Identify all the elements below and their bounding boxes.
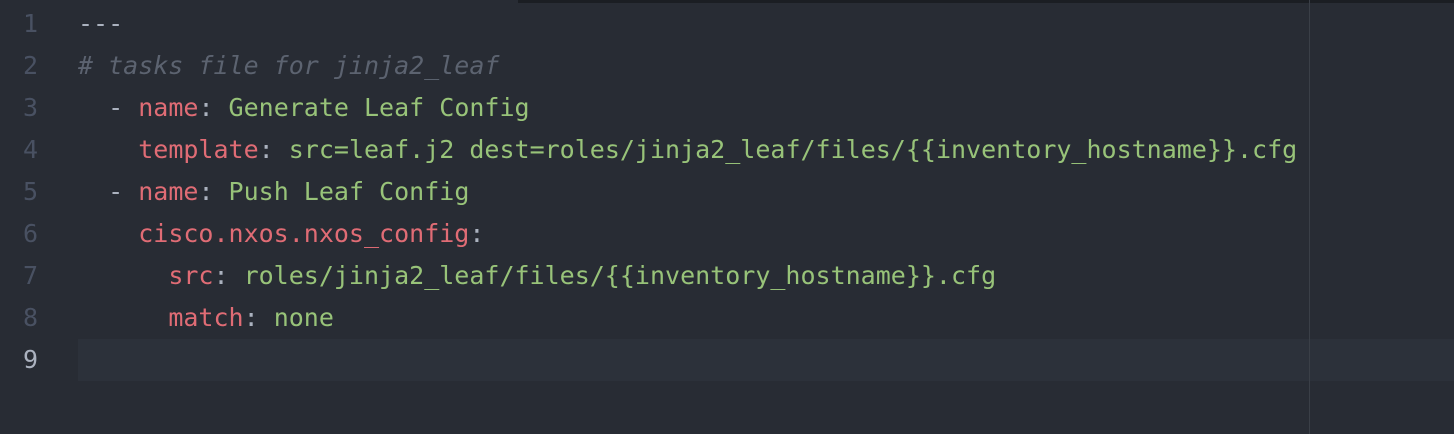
- token-key: name: [138, 177, 199, 206]
- line-number: 4: [22, 135, 38, 164]
- token-plain: :: [469, 219, 485, 248]
- token-plain: :: [213, 261, 244, 290]
- line-content[interactable]: # tasks file for jinja2_leaf: [78, 45, 499, 87]
- token-str: none: [273, 303, 334, 332]
- line-number: 1: [22, 9, 38, 38]
- line-number: 8: [22, 303, 38, 332]
- tab-bar-shadow: [518, 0, 1454, 3]
- token-key: template: [138, 135, 259, 164]
- token-comment: # tasks file for jinja2_leaf: [78, 51, 500, 80]
- line-content[interactable]: cisco.nxos.nxos_config:: [78, 213, 484, 255]
- line-content[interactable]: ---: [78, 3, 123, 45]
- line-number: 2: [22, 51, 38, 80]
- token-key: match: [168, 303, 244, 332]
- token-plain: :: [198, 93, 229, 122]
- token-plain: -: [78, 93, 139, 122]
- line-number: 3: [22, 93, 38, 122]
- cursor-line-highlight: [78, 339, 1454, 381]
- token-key: cisco.nxos.nxos_config: [138, 219, 470, 248]
- code-editor[interactable]: 1 --- 2 # tasks file for jinja2_leaf 3 - nam…: [0, 0, 1454, 434]
- wrap-guide: [1309, 0, 1310, 434]
- line-content[interactable]: src: roles/jinja2_leaf/files/{{inventory…: [78, 255, 996, 297]
- token-key: src: [168, 261, 214, 290]
- line-content[interactable]: template: src=leaf.j2 dest=roles/jinja2_…: [78, 129, 1297, 171]
- line-number: 7: [22, 261, 38, 290]
- token-plain: :: [243, 303, 274, 332]
- token-plain: :: [258, 135, 289, 164]
- line-number: 6: [22, 219, 38, 248]
- line-content[interactable]: - name: Push Leaf Config: [78, 171, 469, 213]
- token-str: Push Leaf Config: [228, 177, 470, 206]
- token-str: src=leaf.j2 dest=roles/jinja2_leaf/files…: [288, 135, 1298, 164]
- token-str: Generate Leaf Config: [228, 93, 530, 122]
- token-str: roles/jinja2_leaf/files/{{inventory_host…: [243, 261, 997, 290]
- line-number: 5: [22, 177, 38, 206]
- token-plain: :: [198, 177, 229, 206]
- token-key: name: [138, 93, 199, 122]
- token-plain: ---: [78, 9, 124, 38]
- line-number: 9: [22, 345, 38, 374]
- line-content[interactable]: - name: Generate Leaf Config: [78, 87, 530, 129]
- line-content[interactable]: match: none: [78, 297, 334, 339]
- token-plain: -: [78, 177, 139, 206]
